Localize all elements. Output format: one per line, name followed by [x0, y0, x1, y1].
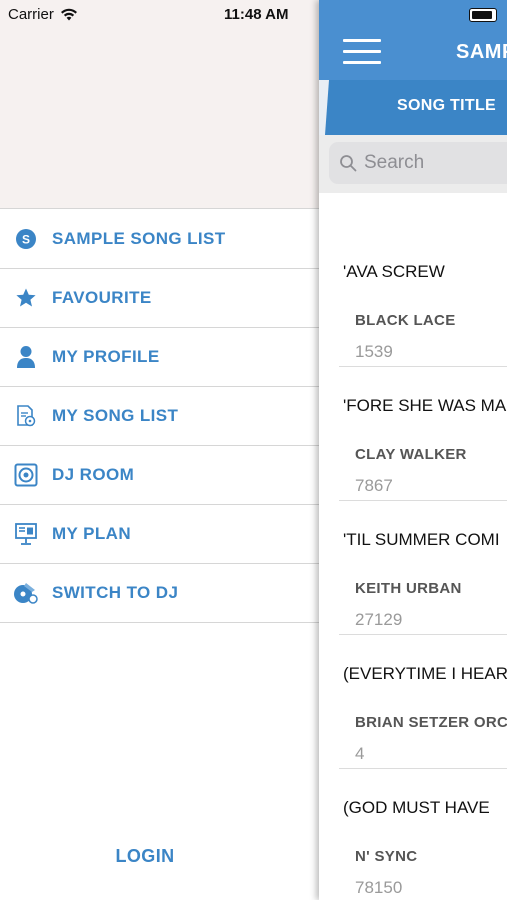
song-row[interactable]: 'TIL SUMMER COMI KEITH URBAN 27129 — [319, 468, 507, 635]
search-input[interactable] — [364, 152, 507, 174]
speaker-icon — [13, 462, 39, 488]
login-button[interactable]: LOGIN — [0, 846, 290, 867]
menu-item-switch-to-dj[interactable]: SWITCH TO DJ — [0, 564, 319, 623]
music-list-icon — [13, 403, 39, 429]
menu-label: MY PROFILE — [52, 347, 160, 366]
song-row[interactable]: 'FORE SHE WAS MA CLAY WALKER 7867 — [319, 334, 507, 501]
side-drawer: Carrier 11:48 AM S SAMPLE SONG LIST FAVO… — [0, 0, 319, 900]
menu-label: SAMPLE SONG LIST — [52, 229, 226, 248]
song-number: 78150 — [355, 878, 403, 897]
song-title: 'AVA SCREW — [343, 262, 445, 281]
menu-item-my-song-list[interactable]: MY SONG LIST — [0, 387, 319, 446]
song-title: (EVERYTIME I HEAR — [343, 664, 507, 683]
song-row[interactable]: 'AVA SCREW BLACK LACE 1539 — [319, 200, 507, 367]
menu-label: DJ ROOM — [52, 465, 135, 484]
tab-label: SONG TITLE — [397, 97, 496, 114]
search-icon — [340, 155, 357, 172]
menu-label: SWITCH TO DJ — [52, 583, 179, 602]
svg-text:S: S — [22, 233, 30, 247]
wifi-icon — [60, 8, 77, 21]
song-artist: KEITH URBAN — [355, 580, 462, 597]
drawer-menu: S SAMPLE SONG LIST FAVOURITE MY PROFILE … — [0, 210, 319, 623]
drawer-header: Carrier 11:48 AM — [0, 0, 319, 209]
search-field[interactable] — [329, 142, 507, 184]
song-row[interactable]: (EVERYTIME I HEAR BRIAN SETZER ORC 4 — [319, 602, 507, 769]
song-row[interactable]: (GOD MUST HAVE N' SYNC 78150 — [319, 736, 507, 897]
battery-icon — [469, 8, 497, 22]
song-title: 'TIL SUMMER COMI — [343, 530, 500, 549]
menu-item-my-plan[interactable]: MY PLAN — [0, 505, 319, 564]
song-title: (GOD MUST HAVE — [343, 798, 490, 817]
tab-bar: SONG TITLE — [319, 80, 507, 135]
menu-label: MY PLAN — [52, 524, 131, 543]
nav-bar: SAMPLE — [319, 0, 507, 80]
song-title: 'FORE SHE WAS MA — [343, 396, 507, 415]
hamburger-menu-icon[interactable] — [343, 39, 381, 65]
menu-item-dj-room[interactable]: DJ ROOM — [0, 446, 319, 505]
sample-s-icon: S — [13, 226, 39, 252]
menu-item-sample-song-list[interactable]: S SAMPLE SONG LIST — [0, 210, 319, 269]
menu-item-my-profile[interactable]: MY PROFILE — [0, 328, 319, 387]
song-artist: N' SYNC — [355, 848, 418, 865]
menu-item-favourite[interactable]: FAVOURITE — [0, 269, 319, 328]
status-time: 11:48 AM — [224, 6, 289, 23]
dj-switch-icon — [13, 580, 39, 606]
song-artist: BRIAN SETZER ORC — [355, 714, 507, 731]
menu-label: FAVOURITE — [52, 288, 152, 307]
menu-label: MY SONG LIST — [52, 406, 179, 425]
status-carrier: Carrier — [8, 6, 78, 23]
tab-song-title[interactable]: SONG TITLE — [325, 80, 507, 135]
nav-title: SAMPLE — [456, 41, 507, 63]
song-artist: CLAY WALKER — [355, 446, 467, 463]
person-icon — [13, 344, 39, 370]
song-artist: BLACK LACE — [355, 312, 456, 329]
presentation-icon — [13, 521, 39, 547]
carrier-label: Carrier — [8, 6, 54, 23]
star-icon — [13, 285, 39, 311]
search-bar — [319, 135, 507, 193]
main-panel: SAMPLE SONG TITLE 'AVA SCREW BLACK LACE … — [319, 0, 507, 900]
